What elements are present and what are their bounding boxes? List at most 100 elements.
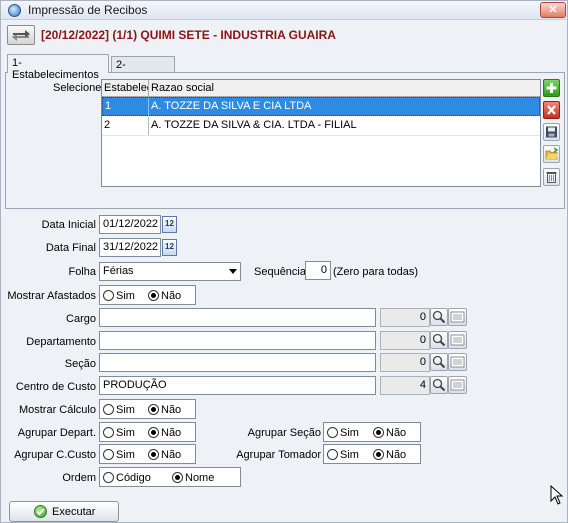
agrupar-secao-sim[interactable]: Sim — [327, 426, 359, 439]
agrupar-ccusto-radio-group: Sim Não — [99, 444, 196, 464]
open-button[interactable] — [543, 145, 560, 163]
agrupar-tomador-label: Agrupar Tomador — [236, 449, 321, 461]
agrupar-secao-nao[interactable]: Não — [373, 426, 406, 439]
secao-code: 0 — [380, 353, 430, 372]
agrupar-depart-sim[interactable]: Sim — [103, 426, 135, 439]
agrupar-secao-radio-group: Sim Não — [323, 422, 421, 442]
title-bar: Impressão de Recibos ✕ — [1, 1, 567, 20]
agrupar-depart-label: Agrupar Depart. — [17, 427, 96, 439]
sequencia-label: Sequência — [254, 266, 306, 278]
open-folder-icon — [545, 147, 559, 160]
ordem-nome[interactable]: Nome — [172, 471, 214, 484]
data-final-calendar-icon[interactable]: 12 — [162, 239, 177, 256]
executar-button[interactable]: Executar — [9, 501, 119, 522]
cargo-input[interactable] — [99, 308, 376, 327]
add-button[interactable] — [543, 79, 560, 97]
mostrar-afastados-nao[interactable]: Não — [148, 289, 181, 302]
delete-icon — [547, 105, 556, 115]
departamento-label: Departamento — [26, 336, 96, 348]
centro-custo-list-button[interactable] — [448, 376, 467, 394]
table-row[interactable]: 1 A. TOZZE DA SILVA E CIA LTDA — [102, 97, 540, 116]
centro-custo-label: Centro de Custo — [15, 381, 96, 393]
check-icon — [34, 505, 47, 518]
tab-estabelecimentos[interactable]: 1-Estabelecimentos — [7, 54, 109, 81]
delete-button[interactable] — [543, 101, 560, 119]
row-name: A. TOZZE DA SILVA & CIA. LTDA - FILIAL — [151, 119, 357, 131]
sequencia-input[interactable]: 0 — [305, 261, 331, 280]
row-name: A. TOZZE DA SILVA E CIA LTDA — [151, 100, 312, 112]
departamento-list-button[interactable] — [448, 331, 467, 349]
centro-custo-code: 4 — [380, 376, 430, 395]
departamento-search-button[interactable] — [430, 331, 448, 349]
cargo-list-button[interactable] — [448, 308, 467, 326]
app-icon — [8, 4, 21, 17]
selecione-label: Selecione — [53, 82, 102, 94]
data-inicial-calendar-icon[interactable]: 12 — [162, 216, 177, 233]
mostrar-afastados-label: Mostrar Afastados — [7, 290, 96, 302]
agrupar-depart-nao[interactable]: Não — [148, 426, 181, 439]
centro-custo-input[interactable]: PRODUÇÃO — [99, 376, 376, 395]
row-code: 1 — [103, 98, 149, 116]
agrupar-ccusto-label: Agrupar C.Custo — [14, 449, 96, 461]
ordem-label: Ordem — [62, 472, 96, 484]
sequencia-hint: (Zero para todas) — [333, 266, 418, 278]
list-icon — [450, 311, 465, 323]
folha-select[interactable]: Férias — [99, 262, 241, 281]
centro-custo-search-button[interactable] — [430, 376, 448, 394]
cargo-search-button[interactable] — [430, 308, 448, 326]
close-button[interactable]: ✕ — [540, 2, 566, 18]
cargo-code: 0 — [380, 308, 430, 327]
app-window: Impressão de Recibos ✕ [20/12/2022] (1/1… — [0, 0, 568, 523]
mostrar-calculo-sim[interactable]: Sim — [103, 403, 135, 416]
establishments-grid[interactable]: Estabelecimento Razao social 1 A. TOZZE … — [101, 79, 541, 187]
mostrar-afastados-radio-group: Sim Não — [99, 285, 196, 305]
period-company-header: [20/12/2022] (1/1) QUIMI SETE - INDUSTRI… — [41, 28, 336, 42]
secao-search-button[interactable] — [430, 353, 448, 371]
trash-button[interactable] — [543, 168, 560, 186]
column-header-razao-social[interactable]: Razao social — [149, 80, 540, 97]
cargo-label: Cargo — [66, 313, 96, 325]
mostrar-afastados-sim[interactable]: Sim — [103, 289, 135, 302]
search-icon — [432, 378, 446, 392]
mostrar-calculo-label: Mostrar Cálculo — [18, 404, 96, 416]
list-icon — [450, 356, 465, 368]
departamento-code: 0 — [380, 331, 430, 350]
data-inicial-input[interactable]: 01/12/2022 — [99, 215, 161, 234]
ordem-codigo[interactable]: Código — [103, 471, 151, 484]
swap-arrows-icon — [12, 30, 30, 41]
list-icon — [450, 379, 465, 391]
agrupar-tomador-nao[interactable]: Não — [373, 448, 406, 461]
row-code: 2 — [102, 117, 149, 135]
data-inicial-label: Data Inicial — [41, 219, 96, 231]
window-title: Impressão de Recibos — [28, 3, 148, 17]
search-icon — [432, 310, 446, 324]
mostrar-calculo-nao[interactable]: Não — [148, 403, 181, 416]
agrupar-ccusto-nao[interactable]: Não — [148, 448, 181, 461]
ordem-radio-group: Código Nome — [99, 467, 241, 487]
agrupar-tomador-radio-group: Sim Não — [323, 444, 421, 464]
column-header-estabelecimento[interactable]: Estabelecimento — [102, 80, 149, 97]
data-final-input[interactable]: 31/12/2022 — [99, 238, 161, 257]
table-row[interactable]: 2 A. TOZZE DA SILVA & CIA. LTDA - FILIAL — [102, 117, 540, 136]
agrupar-ccusto-sim[interactable]: Sim — [103, 448, 135, 461]
departamento-input[interactable] — [99, 331, 376, 350]
add-icon — [546, 83, 557, 93]
secao-list-button[interactable] — [448, 353, 467, 371]
folha-selected-value: Férias — [103, 265, 134, 277]
mouse-cursor-icon — [550, 485, 564, 505]
secao-input[interactable] — [99, 353, 376, 372]
mostrar-calculo-radio-group: Sim Não — [99, 399, 196, 419]
agrupar-secao-label: Agrupar Seção — [247, 427, 321, 439]
executar-label: Executar — [52, 506, 96, 518]
agrupar-tomador-sim[interactable]: Sim — [327, 448, 359, 461]
agrupar-depart-radio-group: Sim Não — [99, 422, 196, 442]
save-icon — [546, 126, 557, 138]
swap-company-button[interactable] — [7, 25, 35, 45]
trash-icon — [546, 172, 557, 183]
folha-label: Folha — [68, 266, 96, 278]
chevron-down-icon — [229, 269, 237, 274]
tab-contratos[interactable]: 2-Contratos — [111, 56, 175, 83]
search-icon — [432, 355, 446, 369]
save-button[interactable] — [543, 123, 560, 141]
list-icon — [450, 334, 465, 346]
